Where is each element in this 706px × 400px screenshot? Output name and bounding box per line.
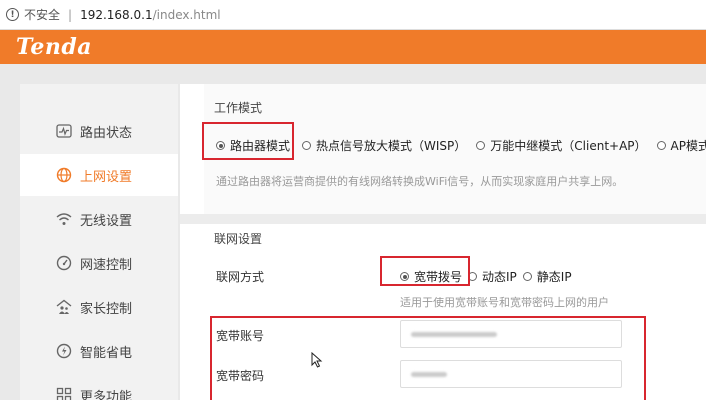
internet-settings-title: 联网设置 (214, 232, 263, 246)
radio-dynamic-ip[interactable]: 动态IP (468, 268, 517, 285)
family-icon (56, 299, 72, 315)
sidebar-item-parental-control[interactable]: 家长控制 (20, 286, 178, 328)
top-header: Tenda (0, 30, 706, 64)
mouse-cursor-icon (311, 352, 323, 368)
highlight-box-router-mode (202, 122, 294, 160)
radio-button[interactable] (656, 141, 666, 150)
url-path: /index.html (152, 7, 221, 22)
connection-method-label: 联网方式 (216, 270, 265, 284)
option-label: 静态IP (536, 270, 572, 284)
radio-ap-mode[interactable]: AP模式 (656, 137, 706, 154)
sidebar-item-wireless-settings[interactable]: 无线设置 (20, 198, 178, 240)
sidebar: 路由状态 上网设置 无线设置 网速控制 家长控制 智能省电 更多功能 (20, 84, 178, 400)
status-icon (56, 123, 72, 139)
highlight-box-pppoe (380, 256, 470, 286)
tenda-logo: Tenda (16, 34, 92, 60)
sidebar-item-label: 路由状态 (80, 125, 133, 141)
password-input[interactable] (400, 360, 622, 388)
sidebar-item-label: 家长控制 (80, 301, 133, 317)
url-host: 192.168.0.1 (80, 7, 153, 22)
security-label: 不安全 (24, 8, 61, 22)
sidebar-item-more-features[interactable]: 更多功能 (20, 374, 178, 400)
sidebar-item-label: 网速控制 (80, 257, 133, 273)
option-label: 万能中继模式（Client+AP） (490, 139, 647, 153)
section-divider (180, 214, 706, 224)
option-label: 动态IP (482, 270, 517, 284)
sidebar-item-label: 更多功能 (80, 389, 133, 400)
wifi-icon (56, 211, 72, 227)
password-label: 宽带密码 (216, 369, 265, 383)
speed-gauge-icon (56, 255, 72, 271)
sidebar-item-label: 上网设置 (80, 169, 133, 185)
masked-password-value (411, 372, 447, 377)
radio-button[interactable] (522, 272, 532, 281)
separator: | (68, 7, 73, 22)
sidebar-item-router-status[interactable]: 路由状态 (20, 110, 178, 152)
radio-static-ip[interactable]: 静态IP (522, 268, 572, 285)
warning-icon[interactable]: ! (6, 8, 19, 21)
sidebar-item-label: 智能省电 (80, 345, 133, 361)
sidebar-item-label: 无线设置 (80, 213, 133, 229)
work-mode-title: 工作模式 (214, 101, 263, 115)
radio-wisp-mode[interactable]: 热点信号放大模式（WISP） (302, 137, 466, 154)
radio-client-ap-mode[interactable]: 万能中继模式（Client+AP） (476, 137, 647, 154)
main-panel: 工作模式 路由器模式 热点信号放大模式（WISP） 万能中继模式（Client+… (180, 84, 706, 400)
masked-account-value (411, 332, 497, 337)
pppoe-hint: 适用于使用宽带账号和宽带密码上网的用户 (400, 296, 609, 309)
radio-button[interactable] (476, 141, 486, 150)
option-label: AP模式 (670, 139, 706, 153)
work-mode-hint: 通过路由器将运营商提供的有线网络转换成WiFi信号，从而实现家庭用户共享上网。 (216, 175, 624, 188)
account-label: 宽带账号 (216, 329, 265, 343)
address-bar[interactable]: ! 不安全 | 192.168.0.1/index.html (0, 0, 706, 30)
grid-icon (56, 387, 72, 400)
account-input[interactable] (400, 320, 622, 348)
power-save-icon (56, 343, 72, 359)
option-label: 热点信号放大模式（WISP） (316, 139, 467, 153)
radio-button[interactable] (302, 141, 312, 150)
globe-icon (56, 167, 72, 183)
sidebar-item-speed-control[interactable]: 网速控制 (20, 242, 178, 284)
sidebar-item-internet-settings[interactable]: 上网设置 (20, 154, 178, 196)
sidebar-item-power-saving[interactable]: 智能省电 (20, 330, 178, 372)
